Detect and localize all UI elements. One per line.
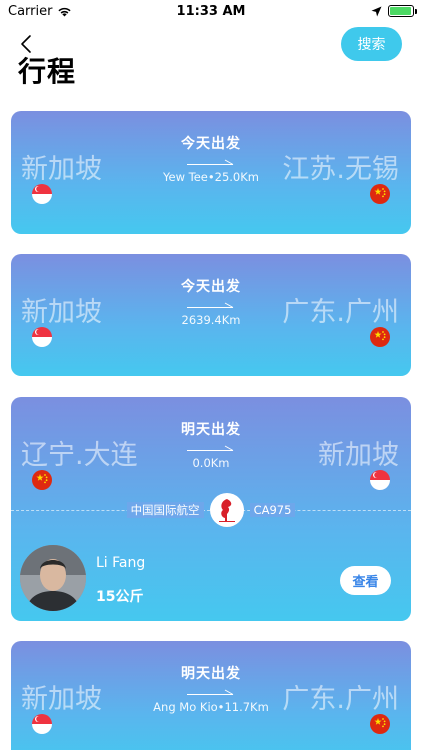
arrow-right-icon xyxy=(187,689,234,695)
to-city: 广东.广州 xyxy=(282,297,399,328)
traveler-name: Li Fang xyxy=(96,555,146,571)
singapore-flag-icon xyxy=(32,184,52,204)
wifi-icon xyxy=(58,7,72,16)
battery-icon xyxy=(388,5,417,17)
avatar[interactable] xyxy=(20,545,86,611)
singapore-flag-icon xyxy=(32,327,52,347)
status-left: Carrier xyxy=(8,4,72,19)
china-flag-icon xyxy=(32,470,52,490)
trip-card[interactable]: 新加坡 今天出发 Yew Tee•25.0Km 江苏.无锡 xyxy=(11,111,411,234)
arrow-right-icon xyxy=(187,445,234,451)
battery-level xyxy=(390,7,411,15)
airline-name: 中国国际航空 xyxy=(126,502,204,518)
china-flag-icon xyxy=(370,714,390,734)
china-flag-icon xyxy=(370,184,390,204)
search-button[interactable]: 搜索 xyxy=(341,27,402,61)
traveler-weight: 15公斤 xyxy=(96,589,144,605)
singapore-flag-icon xyxy=(370,470,390,490)
arrow-right-icon xyxy=(187,159,234,165)
air-china-logo-icon xyxy=(209,493,244,527)
view-button[interactable]: 查看 xyxy=(340,566,391,595)
carrier-label: Carrier xyxy=(8,3,53,19)
china-flag-icon xyxy=(370,327,390,347)
trip-card[interactable]: 新加坡 明天出发 Ang Mo Kio•11.7Km 广东.广州 xyxy=(11,641,411,750)
singapore-flag-icon xyxy=(32,714,52,734)
trip-card-expanded[interactable]: 辽宁.大连 明天出发 0.0Km 新加坡 中国国际航空 CA975 Li Fan… xyxy=(11,397,411,621)
flight-number: CA975 xyxy=(249,503,296,517)
to-city: 新加坡 xyxy=(318,440,399,471)
airline-info: 中国国际航空 CA975 xyxy=(11,493,411,527)
to-city: 江苏.无锡 xyxy=(282,154,399,185)
location-arrow-icon xyxy=(371,6,382,16)
status-bar: Carrier 11:33 AM xyxy=(0,0,422,22)
page-title: 行程 xyxy=(18,55,77,88)
arrow-right-icon xyxy=(187,302,234,308)
trip-card[interactable]: 新加坡 今天出发 2639.4Km 广东.广州 xyxy=(11,254,411,376)
to-city: 广东.广州 xyxy=(282,684,399,715)
status-right xyxy=(371,5,417,17)
